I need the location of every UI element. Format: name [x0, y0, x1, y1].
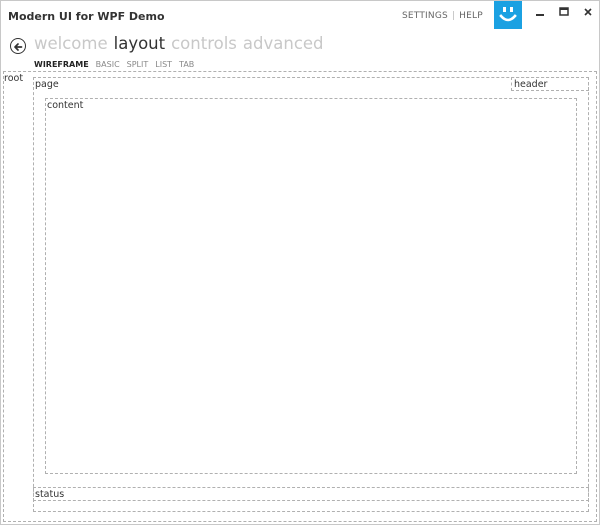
sub-menu: WIREFRAME BASIC SPLIT LIST TAB: [34, 60, 201, 69]
content-box: [45, 98, 577, 474]
menu-item-controls[interactable]: controls: [171, 34, 237, 53]
submenu-item-split[interactable]: SPLIT: [127, 60, 149, 69]
help-link[interactable]: HELP: [459, 11, 483, 21]
title-links-separator: |: [451, 11, 456, 21]
status-label: status: [35, 489, 65, 500]
smiley-logo-icon: [494, 1, 522, 29]
title-links: SETTINGS | HELP: [402, 11, 483, 21]
menu-item-layout[interactable]: layout: [114, 34, 165, 53]
close-icon[interactable]: [581, 5, 595, 19]
arrow-left-icon: [14, 43, 23, 51]
content-label: content: [47, 100, 84, 111]
submenu-item-tab[interactable]: TAB: [179, 60, 194, 69]
menu-item-advanced[interactable]: advanced: [243, 34, 324, 53]
settings-link[interactable]: SETTINGS: [402, 11, 448, 21]
submenu-item-basic[interactable]: BASIC: [96, 60, 120, 69]
status-box: [33, 487, 589, 501]
page-label: page: [35, 79, 59, 90]
maximize-icon[interactable]: [557, 5, 571, 19]
root-label: root: [4, 73, 24, 84]
submenu-item-wireframe[interactable]: WIREFRAME: [34, 60, 89, 69]
menu-item-welcome[interactable]: welcome: [34, 34, 108, 53]
submenu-item-list[interactable]: LIST: [155, 60, 172, 69]
minimize-icon[interactable]: [533, 5, 547, 19]
header-label: header: [514, 79, 548, 90]
app-window: Modern UI for WPF Demo SETTINGS | HELP wel…: [0, 0, 600, 525]
main-menu: welcome layout controls advanced: [34, 34, 330, 53]
window-title: Modern UI for WPF Demo: [8, 10, 165, 23]
back-button[interactable]: [10, 38, 26, 54]
